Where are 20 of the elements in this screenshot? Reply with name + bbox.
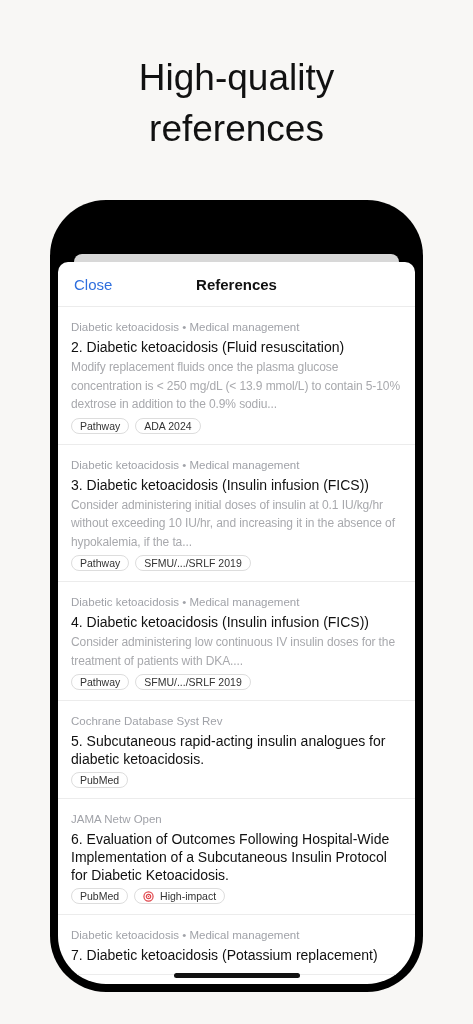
reference-title[interactable]: 3. Diabetic ketoacidosis (Insulin infusion (FICS)) — [71, 475, 402, 494]
reference-snippet: Consider administering initial doses of insulin at 0.1 IU/kg/hr without exceeding 10 IU/hr, and increasing it in the absence of hypokalemia, if the ta... — [71, 496, 396, 551]
target-icon — [143, 890, 155, 902]
reference-source: JAMA Netw Open — [71, 812, 163, 827]
reference-title[interactable]: 2. Diabetic ketoacidosis (Fluid resuscitation) — [71, 338, 402, 356]
reference-source: Diabetic ketoacidosis • Medical management — [71, 928, 301, 943]
reference-title[interactable]: 5. Subcutaneous rapid-acting insulin analogues for diabetic ketoacidosis. — [71, 732, 402, 768]
reference-snippet: Consider administering low continuous IV insulin doses for the treatment of patients with DKA.... — [71, 634, 396, 670]
reference-source: Diabetic ketoacidosis • Medical management — [71, 320, 301, 335]
reference-source: Diabetic ketoacidosis • Medical management — [71, 595, 301, 610]
headline: High-quality references — [137, 56, 336, 151]
reference-snippet: Modify replacement fluids once the plasma glucose concentration is < 250 mg/dL (< 13.9 mmol/L) to contain 5-10% dextrose in addition to the 0.9% sodiu... — [71, 359, 401, 413]
sheet-title: References — [196, 275, 277, 293]
impact-label: High-impact — [160, 890, 217, 902]
reference-title[interactable]: 7. Diabetic ketoacidosis (Potassium replacement) — [71, 946, 402, 964]
reference-source: Cochrane Database Syst Rev — [71, 714, 224, 729]
close-button[interactable]: Close — [74, 275, 113, 293]
reference-title[interactable]: 4. Diabetic ketoacidosis (Insulin infusion (FICS)) — [71, 613, 402, 631]
reference-source: Diabetic ketoacidosis • Medical management — [71, 457, 301, 473]
reference-title[interactable]: 6. Evaluation of Outcomes Following Hospital-Wide Implementation of a Subcutaneous Insulin Protocol for Diabetic Ketoacidosis. — [71, 830, 402, 884]
